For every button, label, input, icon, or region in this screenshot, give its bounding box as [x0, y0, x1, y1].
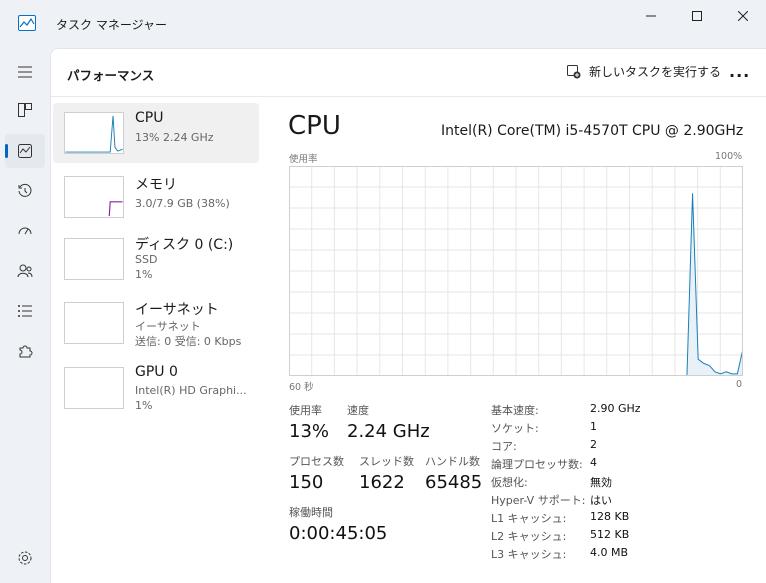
nav-app-history[interactable] [5, 174, 45, 208]
spec-value: 512 KB [590, 528, 630, 541]
speedometer-icon [18, 227, 32, 235]
services-puzzle-icon [19, 345, 33, 358]
resource-name: メモリ [135, 177, 177, 193]
resource-item-cpu[interactable]: CPU 13% 2.24 GHz [53, 103, 259, 163]
hamburger-icon [18, 66, 32, 78]
close-icon [738, 11, 748, 21]
performance-icon [18, 144, 32, 158]
nav-settings[interactable] [5, 541, 45, 575]
more-options-button[interactable]: ... [729, 62, 750, 81]
speed-stat-value: 2.24 GHz [347, 421, 430, 442]
threads-stat-label: スレッド数 [359, 455, 414, 468]
resource-detail: SSD [135, 253, 158, 266]
graph-usage-label: 使用率 [289, 154, 318, 165]
cpu-thumbnail-graph [64, 112, 124, 154]
spec-label: ソケット: [491, 422, 539, 435]
nav-startup-apps[interactable] [5, 214, 45, 248]
page-header: パフォーマンス 新しいタスクを実行する ... [51, 49, 766, 97]
gpu-thumbnail-graph [64, 367, 124, 409]
resource-item-ethernet[interactable]: イーサネット イーサネット 送信: 0 受信: 0 Kbps [53, 292, 259, 352]
cpu-usage-graph [289, 166, 743, 376]
resource-name: GPU 0 [135, 364, 178, 380]
maximize-button[interactable] [674, 0, 720, 32]
cpu-model-name: Intel(R) Core(TM) i5-4570T CPU @ 2.90GHz [441, 123, 744, 139]
memory-thumbnail-graph [64, 176, 124, 218]
resource-name: ディスク 0 (C:) [135, 237, 234, 253]
uptime-stat-label: 稼働時間 [289, 506, 333, 519]
uptime-stat-value: 0:00:45:05 [289, 523, 388, 544]
threads-stat-value: 1622 [359, 472, 405, 493]
processes-stat-value: 150 [289, 472, 324, 493]
spec-label: L2 キャッシュ: [491, 530, 567, 543]
nav-users[interactable] [5, 254, 45, 288]
gear-icon [18, 551, 32, 565]
handles-stat-value: 65485 [425, 472, 483, 493]
navigation-rail [0, 48, 50, 583]
resource-item-memory[interactable]: メモリ 3.0/7.9 GB (38%) [53, 167, 259, 227]
speed-stat-label: 速度 [347, 404, 369, 417]
title-bar: タスク マネージャー [0, 0, 766, 48]
spec-value: 128 KB [590, 510, 630, 523]
spec-label: L3 キャッシュ: [491, 548, 567, 561]
minimize-button[interactable] [628, 0, 674, 32]
resource-detail: 送信: 0 受信: 0 Kbps [135, 335, 242, 348]
resource-detail: イーサネット [135, 320, 201, 333]
page-title: パフォーマンス [67, 68, 155, 83]
nav-details[interactable] [5, 294, 45, 328]
users-icon [17, 264, 33, 278]
resource-item-disk[interactable]: ディスク 0 (C:) SSD 1% [53, 227, 259, 287]
graph-time-end-label: 0 [736, 379, 743, 390]
spec-value: はい [590, 494, 612, 507]
run-new-task-label: 新しいタスクを実行する [589, 65, 722, 79]
spec-label: L1 キャッシュ: [491, 512, 567, 525]
run-new-task-button[interactable]: 新しいタスクを実行する [566, 63, 721, 80]
resource-detail: 1% [135, 399, 153, 412]
window-title: タスク マネージャー [56, 18, 167, 32]
resource-detail: 3.0/7.9 GB (38%) [135, 197, 230, 210]
resource-detail: Intel(R) HD Graphi... [135, 384, 247, 397]
spec-value: 無効 [590, 476, 612, 489]
spec-value: 4.0 MB [590, 546, 629, 559]
main-content: パフォーマンス 新しいタスクを実行する ... CPU 13% 2.24 GHz… [50, 48, 766, 583]
spec-value: 4 [590, 456, 597, 469]
spec-value: 2.90 GHz [590, 402, 641, 415]
graph-max-label: 100% [715, 151, 743, 162]
spec-label: Hyper-V サポート: [491, 494, 586, 507]
nav-processes[interactable] [5, 93, 45, 127]
close-button[interactable] [720, 0, 766, 32]
resource-name: イーサネット [135, 302, 219, 318]
minimize-icon [646, 15, 656, 17]
nav-performance[interactable] [5, 134, 45, 168]
processes-stat-label: プロセス数 [289, 455, 344, 468]
history-icon [18, 183, 32, 197]
ethernet-thumbnail-graph [64, 302, 124, 344]
detail-title: CPU [288, 111, 341, 141]
resource-detail: 13% 2.24 GHz [135, 131, 214, 144]
spec-value: 1 [590, 420, 597, 433]
resource-detail: 1% [135, 268, 153, 281]
graph-time-start-label: 60 秒 [289, 382, 314, 393]
processes-icon [18, 103, 32, 117]
new-task-icon [567, 65, 581, 79]
resource-name: CPU [135, 110, 164, 126]
spec-label: 基本速度: [491, 404, 539, 417]
maximize-icon [692, 11, 702, 21]
disk-thumbnail-graph [64, 238, 124, 280]
task-manager-app-icon [18, 15, 36, 31]
spec-label: 論理プロセッサ数: [491, 458, 583, 471]
handles-stat-label: ハンドル数 [425, 455, 480, 468]
usage-stat-value: 13% [289, 421, 330, 442]
usage-stat-label: 使用率 [289, 404, 322, 417]
details-list-icon [18, 305, 32, 317]
spec-label: 仮想化: [491, 476, 528, 489]
nav-services[interactable] [5, 334, 45, 368]
spec-value: 2 [590, 438, 597, 451]
spec-label: コア: [491, 440, 517, 453]
resource-item-gpu[interactable]: GPU 0 Intel(R) HD Graphi... 1% [53, 357, 259, 417]
nav-menu-button[interactable] [5, 55, 45, 89]
